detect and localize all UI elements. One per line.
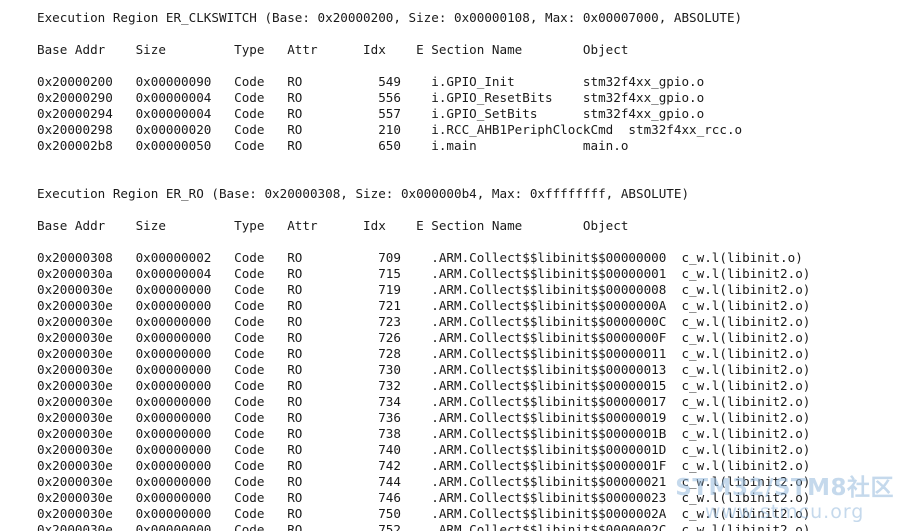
table-row: 0x2000030e 0x00000000 Code RO 721 .ARM.C… bbox=[37, 298, 811, 313]
table-row: 0x2000030e 0x00000000 Code RO 734 .ARM.C… bbox=[37, 394, 811, 409]
table-row: 0x20000200 0x00000090 Code RO 549 i.GPIO… bbox=[37, 74, 705, 89]
table-row: 0x2000030e 0x00000000 Code RO 723 .ARM.C… bbox=[37, 314, 811, 329]
table-row: 0x2000030a 0x00000004 Code RO 715 .ARM.C… bbox=[37, 266, 811, 281]
table-row: 0x2000030e 0x00000000 Code RO 736 .ARM.C… bbox=[37, 410, 811, 425]
table-row: 0x2000030e 0x00000000 Code RO 732 .ARM.C… bbox=[37, 378, 811, 393]
table-row: 0x200002b8 0x00000050 Code RO 650 i.main… bbox=[37, 138, 629, 153]
table-row: 0x2000030e 0x00000000 Code RO 742 .ARM.C… bbox=[37, 458, 811, 473]
table-row: 0x2000030e 0x00000000 Code RO 744 .ARM.C… bbox=[37, 474, 811, 489]
map-file-listing: Execution Region ER_CLKSWITCH (Base: 0x2… bbox=[37, 10, 810, 531]
table-row: 0x2000030e 0x00000000 Code RO 752 .ARM.C… bbox=[37, 522, 811, 531]
table-row: 0x2000030e 0x00000000 Code RO 719 .ARM.C… bbox=[37, 282, 811, 297]
column-header: Base Addr Size Type Attr Idx E Section N… bbox=[37, 42, 629, 57]
table-row: 0x2000030e 0x00000000 Code RO 730 .ARM.C… bbox=[37, 362, 811, 377]
table-row: 0x2000030e 0x00000000 Code RO 740 .ARM.C… bbox=[37, 442, 811, 457]
table-row: 0x20000290 0x00000004 Code RO 556 i.GPIO… bbox=[37, 90, 705, 105]
table-row: 0x2000030e 0x00000000 Code RO 726 .ARM.C… bbox=[37, 330, 811, 345]
table-row: 0x2000030e 0x00000000 Code RO 738 .ARM.C… bbox=[37, 426, 811, 441]
table-row: 0x20000294 0x00000004 Code RO 557 i.GPIO… bbox=[37, 106, 705, 121]
region-header: Execution Region ER_RO (Base: 0x20000308… bbox=[37, 186, 690, 201]
table-row: 0x20000298 0x00000020 Code RO 210 i.RCC_… bbox=[37, 122, 743, 137]
table-row: 0x2000030e 0x00000000 Code RO 746 .ARM.C… bbox=[37, 490, 811, 505]
table-row: 0x2000030e 0x00000000 Code RO 728 .ARM.C… bbox=[37, 346, 811, 361]
region-header: Execution Region ER_CLKSWITCH (Base: 0x2… bbox=[37, 10, 743, 25]
column-header: Base Addr Size Type Attr Idx E Section N… bbox=[37, 218, 629, 233]
text-viewer: Execution Region ER_CLKSWITCH (Base: 0x2… bbox=[0, 0, 902, 531]
table-row: 0x2000030e 0x00000000 Code RO 750 .ARM.C… bbox=[37, 506, 811, 521]
table-row: 0x20000308 0x00000002 Code RO 709 .ARM.C… bbox=[37, 250, 803, 265]
